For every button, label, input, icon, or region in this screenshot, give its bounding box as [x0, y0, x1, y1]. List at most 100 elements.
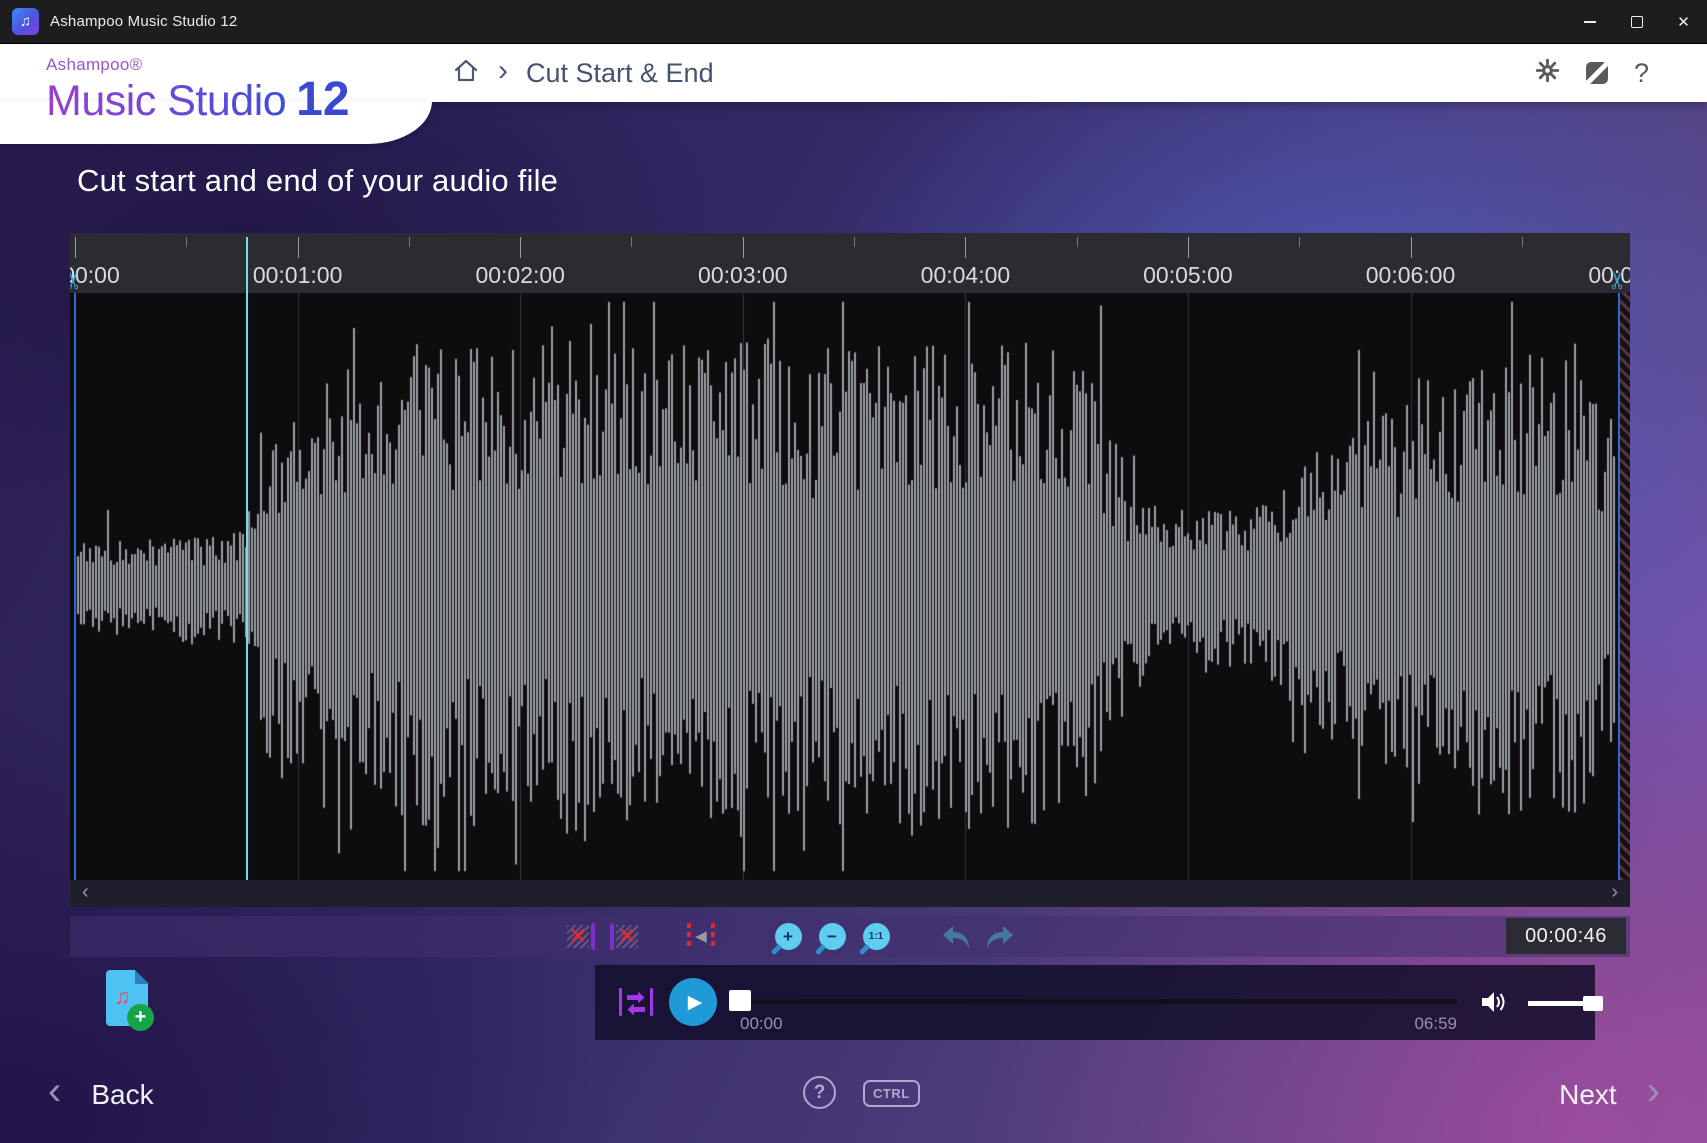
theme-toggle-icon[interactable] [1586, 62, 1608, 84]
play-button[interactable]: ▶ [669, 978, 717, 1026]
file-fold-corner [135, 970, 149, 984]
header-actions: ? [1535, 44, 1649, 102]
play-icon: ▶ [688, 991, 703, 1014]
volume-mute-button[interactable] [1480, 989, 1510, 1020]
cursor-time-display: 00:00:46 [1506, 918, 1626, 954]
scroll-right-icon[interactable]: › [1611, 882, 1618, 905]
next-button[interactable]: Next › [1559, 1075, 1660, 1115]
cut-after-x-icon: ✕ [616, 925, 638, 948]
back-chevron-icon: ‹ [48, 1075, 61, 1115]
edit-toolbar: ✕ ✕ ◀ + − 1:1 00: [70, 916, 1630, 957]
ruler-minor-tick [409, 237, 410, 247]
ruler-label: 00:02:00 [475, 262, 565, 289]
back-button[interactable]: ‹ Back [48, 1075, 154, 1115]
next-chevron-icon: › [1647, 1075, 1660, 1115]
ruler-label: 00:04:00 [921, 262, 1011, 289]
trim-selection-button[interactable]: ◀ [678, 916, 724, 957]
cut-after-bar-icon [610, 923, 614, 950]
ruler-label: 00:03:00 [698, 262, 788, 289]
home-icon[interactable] [452, 57, 480, 90]
minimize-button[interactable] [1566, 0, 1613, 43]
zoom-in-button[interactable]: + [770, 916, 806, 957]
loop-playback-button[interactable] [617, 983, 655, 1026]
brand-logo: Ashampoo® Music Studio12 [46, 56, 350, 124]
redo-icon [984, 923, 1016, 951]
trim-triangle-icon: ◀ [695, 929, 707, 944]
add-plus-icon: + [127, 1004, 154, 1031]
ruler-major-tick [743, 237, 744, 258]
ruler-major-tick [965, 237, 966, 258]
close-icon: ✕ [1677, 13, 1690, 31]
music-note-icon: ♫ [20, 13, 31, 30]
zoom-original-icon: 1:1 [863, 923, 890, 950]
redo-button[interactable] [980, 916, 1020, 957]
zoom-out-button[interactable]: − [814, 916, 850, 957]
undo-icon [940, 923, 972, 951]
ctrl-key-label: CTRL [873, 1086, 910, 1101]
trim-left-dash-icon [687, 923, 691, 950]
waveform-area[interactable] [70, 293, 1630, 880]
ruler-label: 00:01:00 [253, 262, 343, 289]
close-button[interactable]: ✕ [1660, 0, 1707, 43]
add-file-button[interactable]: ♫ + [106, 970, 150, 1028]
zoom-out-icon: − [819, 923, 846, 950]
ctrl-key-hint: CTRL [863, 1080, 920, 1107]
maximize-button[interactable] [1613, 0, 1660, 43]
total-duration: 06:59 [1414, 1014, 1457, 1034]
ruler-label: 00:05:00 [1143, 262, 1233, 289]
window-controls: ✕ [1566, 0, 1707, 43]
seek-thumb[interactable] [729, 990, 751, 1011]
playhead-ruler[interactable] [246, 237, 248, 293]
elapsed-time: 00:00 [740, 1014, 783, 1034]
waveform-scrollbar[interactable]: ‹ › [70, 880, 1630, 907]
help-hint-button[interactable]: ? [803, 1076, 836, 1109]
help-icon[interactable]: ? [1634, 58, 1649, 89]
app-logo-icon: ♫ [12, 8, 39, 35]
titlebar: ♫ Ashampoo Music Studio 12 ✕ [0, 0, 1707, 44]
next-label: Next [1559, 1079, 1617, 1111]
start-cut-scissors-icon[interactable]: ✂ [70, 271, 88, 290]
volume-thumb[interactable] [1583, 996, 1603, 1011]
ruler-major-tick [298, 237, 299, 258]
help-question-icon: ? [814, 1082, 826, 1104]
cut-region-hatch [1620, 293, 1630, 880]
ruler-minor-tick [1077, 237, 1078, 247]
timeline-ruler[interactable]: ✂ ✂ 00:00:0000:01:0000:02:0000:03:0000:0… [70, 233, 1630, 293]
undo-button[interactable] [936, 916, 976, 957]
zoom-original-button[interactable]: 1:1 [858, 916, 894, 957]
window-title: Ashampoo Music Studio 12 [50, 13, 237, 30]
settings-gear-icon[interactable] [1535, 58, 1560, 88]
ruler-major-tick [75, 237, 76, 258]
breadcrumb-chevron-icon: › [498, 56, 508, 90]
waveform-editor: ✂ ✂ 00:00:0000:01:0000:02:0000:03:0000:0… [70, 233, 1630, 907]
ruler-minor-tick [1522, 237, 1523, 247]
speaker-icon [1480, 989, 1510, 1015]
minimize-icon [1584, 21, 1596, 23]
end-marker-line[interactable] [1618, 293, 1620, 880]
ruler-minor-tick [1299, 237, 1300, 247]
end-cut-scissors-icon[interactable]: ✂ [1604, 271, 1630, 290]
ruler-minor-tick [854, 237, 855, 247]
cut-after-marker-button[interactable]: ✕ [603, 916, 645, 957]
cut-before-marker-button[interactable]: ✕ [560, 916, 602, 957]
zoom-in-icon: + [775, 923, 802, 950]
file-music-note-icon: ♫ [114, 984, 131, 1010]
ruler-major-tick [1188, 237, 1189, 258]
start-marker-line[interactable] [74, 293, 76, 880]
back-label: Back [91, 1079, 153, 1111]
loop-icon [617, 983, 655, 1021]
playhead-line[interactable] [246, 293, 248, 880]
ruler-major-tick [520, 237, 521, 258]
brand-name: Ashampoo® [46, 56, 350, 73]
ruler-minor-tick [631, 237, 632, 247]
seek-bar[interactable] [740, 999, 1457, 1004]
brand-product: Music Studio [46, 77, 286, 125]
ruler-minor-tick [186, 237, 187, 247]
cut-before-x-icon: ✕ [567, 925, 589, 948]
ruler-major-tick [1411, 237, 1412, 258]
brand-version: 12 [296, 73, 349, 126]
trim-right-dash-icon [711, 923, 715, 950]
waveform-canvas[interactable] [70, 293, 1630, 880]
page-title: Cut start and end of your audio file [77, 163, 558, 199]
scroll-left-icon[interactable]: ‹ [82, 882, 89, 905]
